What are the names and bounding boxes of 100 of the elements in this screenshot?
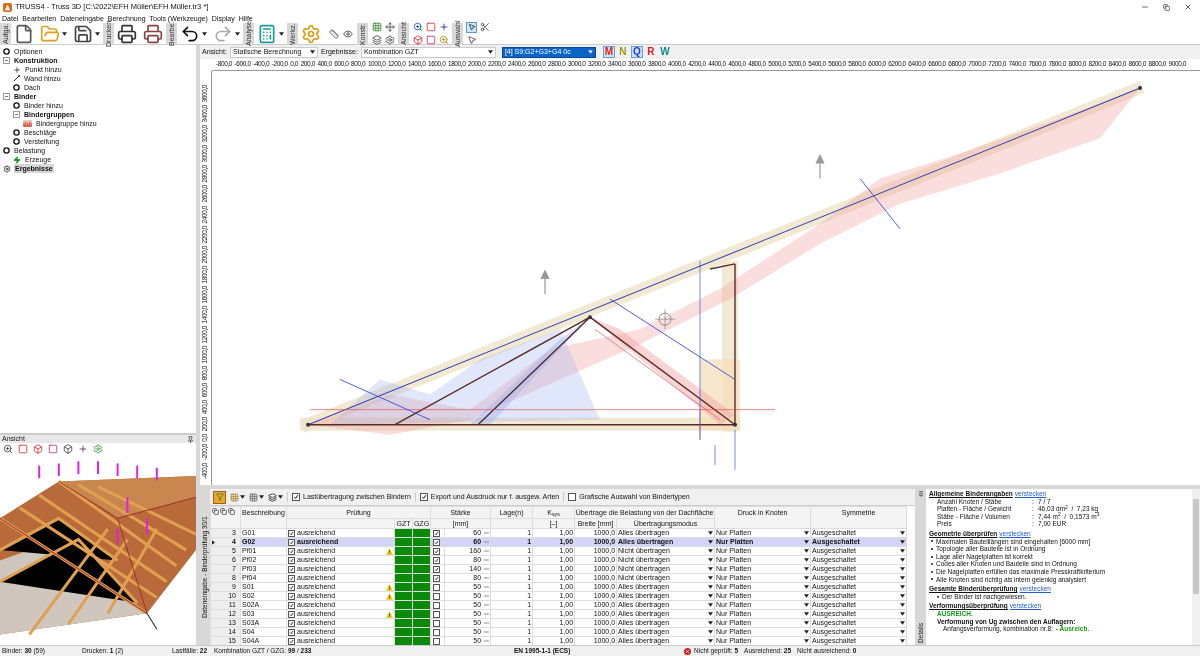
copy-icon[interactable] bbox=[212, 508, 219, 515]
result-mode-button[interactable]: W bbox=[658, 46, 671, 58]
gear-icon[interactable] bbox=[384, 34, 395, 46]
frame-icon[interactable] bbox=[47, 443, 58, 455]
plus-icon[interactable] bbox=[77, 443, 88, 455]
grid-icon bbox=[230, 492, 239, 502]
caret-icon bbox=[235, 31, 240, 36]
box-icon[interactable] bbox=[32, 443, 43, 455]
checkbox[interactable] bbox=[288, 610, 295, 618]
checkbox[interactable] bbox=[288, 628, 295, 636]
print-icon bbox=[117, 23, 137, 44]
bolt-icon bbox=[13, 155, 21, 164]
eye-icon[interactable] bbox=[342, 28, 353, 39]
caret-icon bbox=[487, 50, 493, 54]
checkbox[interactable] bbox=[288, 574, 295, 582]
dash-icon bbox=[484, 631, 490, 633]
expander-icon[interactable] bbox=[3, 57, 10, 64]
copy-icon[interactable] bbox=[228, 508, 235, 515]
scrollbar[interactable] bbox=[1192, 489, 1200, 645]
table-tool-button[interactable] bbox=[249, 492, 264, 502]
layers-button[interactable] bbox=[268, 492, 283, 502]
checkbox[interactable] bbox=[433, 619, 441, 627]
checkbox[interactable] bbox=[433, 610, 441, 618]
checkbox[interactable] bbox=[433, 601, 441, 609]
frame-icon[interactable] bbox=[425, 34, 436, 46]
new-file-icon bbox=[14, 23, 34, 44]
truss-type-button[interactable] bbox=[213, 490, 226, 504]
caret-icon bbox=[202, 31, 207, 36]
checkbox[interactable] bbox=[292, 493, 300, 501]
plus-icon[interactable] bbox=[438, 21, 449, 33]
box-icon[interactable] bbox=[412, 34, 423, 46]
gear-icon bbox=[301, 23, 321, 44]
checkbox[interactable] bbox=[288, 547, 295, 555]
circle-icon bbox=[3, 147, 10, 154]
checkbox[interactable] bbox=[288, 583, 295, 591]
restore-icon[interactable] bbox=[1163, 3, 1170, 11]
checkbox[interactable] bbox=[568, 493, 577, 501]
expander-icon[interactable] bbox=[13, 111, 20, 118]
ruler-icon[interactable] bbox=[328, 28, 339, 39]
pin-icon[interactable] bbox=[187, 435, 194, 443]
circle-icon bbox=[13, 84, 20, 91]
grid-icon[interactable] bbox=[371, 21, 382, 33]
move-icon[interactable] bbox=[384, 21, 395, 33]
undo-icon bbox=[180, 23, 200, 44]
checkbox[interactable] bbox=[433, 547, 441, 555]
checkbox[interactable] bbox=[419, 493, 428, 501]
dash-icon bbox=[484, 541, 490, 543]
copy-icon[interactable] bbox=[220, 508, 227, 515]
checkbox[interactable] bbox=[433, 529, 441, 537]
close-icon[interactable] bbox=[1184, 3, 1192, 11]
row-pointer-icon bbox=[212, 539, 215, 545]
dash-icon bbox=[484, 559, 490, 561]
frame-icon[interactable] bbox=[425, 21, 436, 33]
checkbox[interactable] bbox=[433, 583, 441, 591]
cut-icon[interactable] bbox=[479, 21, 490, 33]
checkbox[interactable] bbox=[288, 565, 295, 573]
select-tool-icon[interactable] bbox=[466, 21, 477, 33]
pin-icon[interactable] bbox=[918, 491, 924, 497]
caret-icon bbox=[278, 495, 283, 499]
result-mode-button[interactable]: M bbox=[602, 46, 615, 58]
box-icon[interactable] bbox=[62, 443, 73, 455]
circle-icon bbox=[13, 138, 20, 145]
zoom-icon[interactable] bbox=[412, 21, 423, 33]
checkbox[interactable] bbox=[433, 538, 441, 546]
circle-icon bbox=[13, 102, 20, 109]
circle-icon bbox=[13, 129, 20, 136]
result-mode-button[interactable]: R bbox=[644, 46, 657, 58]
checkbox[interactable] bbox=[288, 529, 295, 537]
dash-icon bbox=[484, 595, 490, 597]
layers-icon[interactable] bbox=[371, 34, 382, 46]
grid-icon bbox=[249, 492, 258, 502]
checkbox[interactable] bbox=[433, 556, 441, 564]
checkbox[interactable] bbox=[433, 565, 441, 573]
gear-icon bbox=[3, 164, 11, 173]
checkbox[interactable] bbox=[288, 619, 295, 627]
checkbox[interactable] bbox=[288, 637, 295, 645]
checkbox[interactable] bbox=[433, 592, 441, 600]
table-tool-button[interactable] bbox=[230, 492, 245, 502]
plus-icon bbox=[13, 65, 21, 74]
checkbox[interactable] bbox=[433, 574, 441, 582]
checkbox[interactable] bbox=[433, 628, 441, 636]
checkbox[interactable] bbox=[288, 601, 295, 609]
calculator-icon bbox=[257, 23, 277, 44]
result-mode-button[interactable]: Q bbox=[630, 46, 643, 58]
checkbox[interactable] bbox=[288, 556, 295, 564]
line-icon bbox=[13, 75, 20, 82]
circle-icon bbox=[3, 48, 10, 55]
zoom-icon[interactable] bbox=[438, 34, 449, 46]
expander-icon[interactable] bbox=[3, 93, 10, 100]
checkbox[interactable] bbox=[433, 637, 441, 645]
checkbox[interactable] bbox=[288, 592, 295, 600]
bar-group-icon bbox=[23, 120, 32, 127]
pointer-icon[interactable] bbox=[466, 34, 477, 46]
frame-icon[interactable] bbox=[17, 443, 28, 455]
caret-icon bbox=[279, 31, 284, 36]
checkbox[interactable] bbox=[288, 538, 295, 546]
dash-icon bbox=[484, 640, 490, 642]
zoom-icon[interactable] bbox=[2, 443, 13, 455]
dash-icon bbox=[484, 586, 490, 588]
caret-icon bbox=[259, 495, 264, 499]
